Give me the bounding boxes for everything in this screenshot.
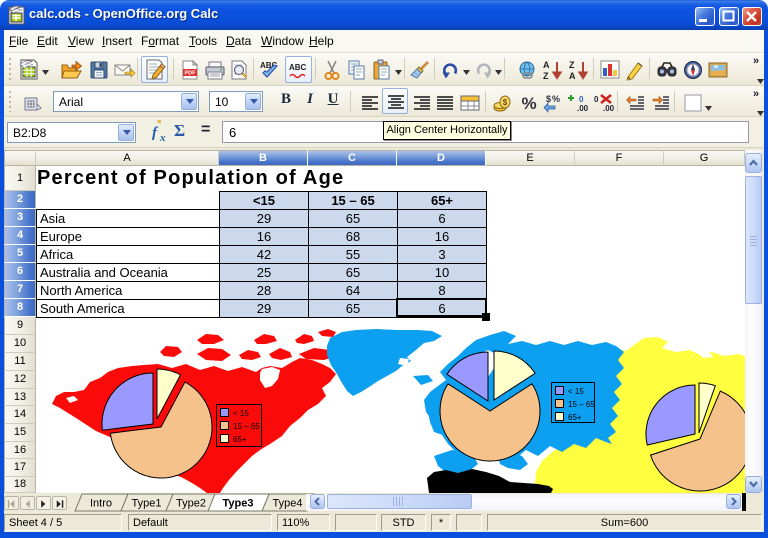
svg-text:$: $ — [546, 94, 551, 104]
svg-text:%: % — [521, 94, 536, 113]
svg-text:Z: Z — [569, 60, 575, 70]
svg-text:Type2: Type2 — [176, 498, 206, 510]
svg-text:%: % — [552, 94, 560, 104]
svg-text:f: f — [152, 125, 159, 141]
svg-text:$: $ — [503, 98, 508, 107]
svg-text:0: 0 — [594, 95, 599, 104]
svg-text:Type1: Type1 — [132, 498, 162, 510]
svg-text:A: A — [569, 71, 576, 81]
svg-text:Z: Z — [543, 71, 549, 81]
svg-text:.000: .000 — [603, 104, 614, 113]
svg-text:ABC: ABC — [289, 63, 307, 72]
svg-text:A: A — [543, 60, 550, 70]
svg-text:.000: .000 — [577, 104, 588, 113]
svg-text:Type4: Type4 — [273, 498, 303, 510]
svg-text:0: 0 — [579, 95, 584, 104]
svg-text:Type3: Type3 — [223, 498, 254, 510]
svg-text:x: x — [159, 132, 166, 144]
svg-text:Intro: Intro — [90, 498, 112, 510]
svg-text:PDF: PDF — [185, 71, 197, 77]
